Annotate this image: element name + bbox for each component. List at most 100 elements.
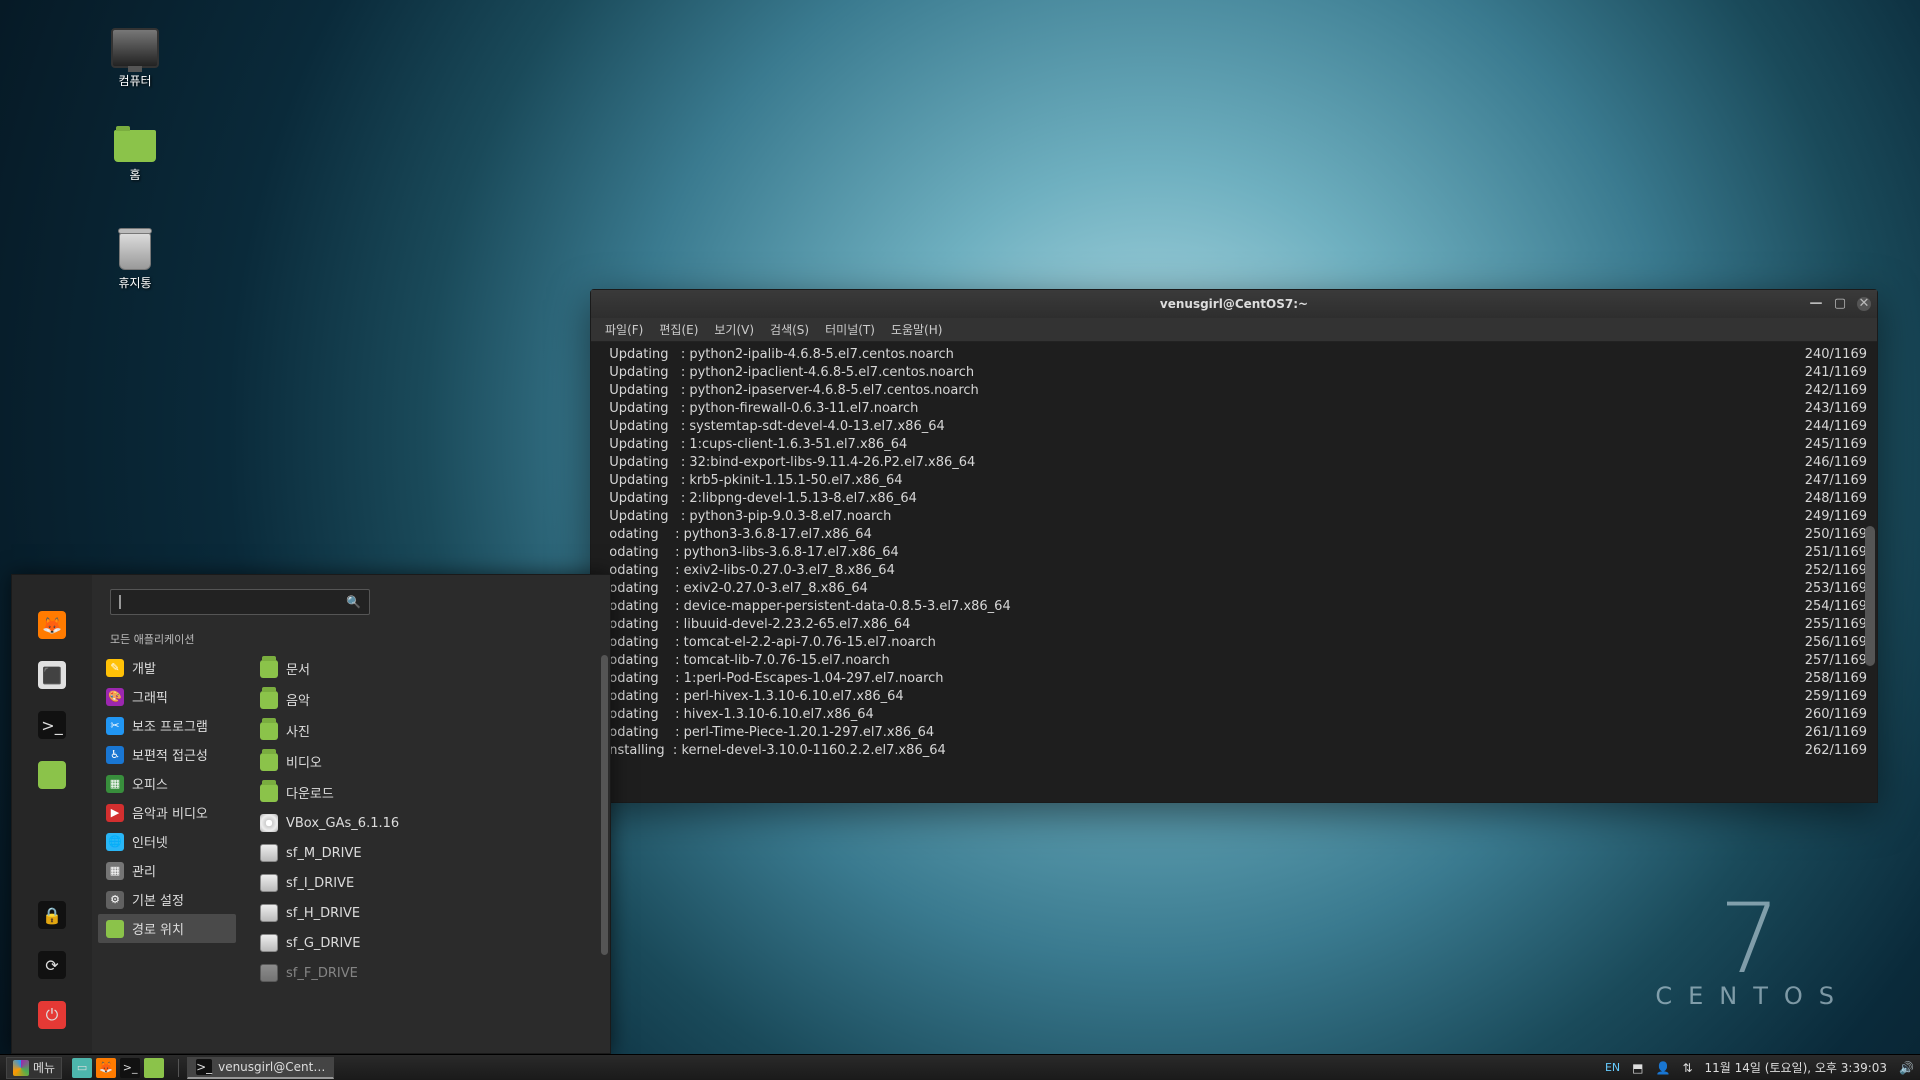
files-icon[interactable]: [38, 761, 66, 789]
category-label: 기본 설정: [132, 890, 184, 909]
terminal-menu-item[interactable]: 편집(E): [659, 321, 698, 338]
terminal-output-line: Updating : python2-ipalib-4.6.8-5.el7.ce…: [601, 346, 1867, 364]
terminal-output-line: odating : perl-hivex-1.3.10-6.10.el7.x86…: [601, 688, 1867, 706]
close-button[interactable]: ✕: [1857, 297, 1871, 311]
place-item[interactable]: sf_H_DRIVE: [252, 898, 600, 928]
desktop-icon-home[interactable]: 홈: [90, 130, 180, 183]
update-tray-icon[interactable]: ⬒: [1632, 1061, 1643, 1075]
terminal-output-line: Updating : systemtap-sdt-devel-4.0-13.el…: [601, 418, 1867, 436]
category-item[interactable]: 🌐인터넷: [98, 827, 236, 856]
clock[interactable]: 11월 14일 (토요일), 오후 3:39:03: [1705, 1059, 1888, 1076]
category-label: 음악과 비디오: [132, 803, 208, 822]
category-label: 그래픽: [132, 687, 168, 706]
power-icon[interactable]: ⏻: [38, 1001, 66, 1029]
menu-icon: [13, 1060, 29, 1076]
terminal-icon[interactable]: >_: [38, 711, 66, 739]
network-tray-icon[interactable]: ⇅: [1682, 1061, 1692, 1075]
terminal-output-line: odating : device-mapper-persistent-data-…: [601, 598, 1867, 616]
taskbar-item-icon: >_: [196, 1059, 212, 1075]
logout-icon[interactable]: ⟳: [38, 951, 66, 979]
place-item[interactable]: sf_F_DRIVE: [252, 958, 600, 988]
category-icon: [106, 920, 124, 938]
scrollbar-thumb[interactable]: [601, 655, 608, 955]
files-launcher-icon[interactable]: [144, 1058, 164, 1078]
category-item[interactable]: ✂보조 프로그램: [98, 711, 236, 740]
category-item[interactable]: ✎개발: [98, 653, 236, 682]
bottom-panel: 메뉴 ▭🦊>_ >_venusgirl@Cent… EN ⬒ 👤 ⇅ 11월 1…: [0, 1054, 1920, 1080]
category-item[interactable]: ▦관리: [98, 856, 236, 885]
category-item[interactable]: 경로 위치: [98, 914, 236, 943]
system-tray: EN ⬒ 👤 ⇅ 11월 14일 (토요일), 오후 3:39:03 🔊: [1605, 1059, 1914, 1076]
taskbar-item[interactable]: >_venusgirl@Cent…: [187, 1057, 334, 1079]
terminal-output-line: odating : tomcat-el-2.2-api-7.0.76-15.el…: [601, 634, 1867, 652]
terminal-titlebar[interactable]: venusgirl@CentOS7:~ — ▢ ✕: [591, 290, 1877, 318]
place-label: sf_H_DRIVE: [286, 906, 360, 921]
category-label: 인터넷: [132, 832, 168, 851]
lock-screen-icon[interactable]: 🔒: [38, 901, 66, 929]
category-item[interactable]: ⚙ 기본 설정: [98, 885, 236, 914]
category-label: 관리: [132, 861, 156, 880]
volume-tray-icon[interactable]: 🔊: [1899, 1061, 1914, 1075]
category-label: 경로 위치: [132, 919, 184, 938]
terminal-output-line: odating : 1:perl-Pod-Escapes-1.04-297.el…: [601, 670, 1867, 688]
desktop-icon-computer[interactable]: 컴퓨터: [90, 28, 180, 89]
drive-icon: [260, 934, 278, 952]
firefox-icon[interactable]: 🦊: [38, 611, 66, 639]
place-item[interactable]: 다운로드: [252, 777, 600, 808]
terminal-menu-item[interactable]: 검색(S): [770, 321, 809, 338]
computer-icon: [111, 28, 159, 68]
terminal-output-line: Updating : python2-ipaserver-4.6.8-5.el7…: [601, 382, 1867, 400]
terminal-menu-item[interactable]: 보기(V): [714, 321, 754, 338]
keyboard-indicator[interactable]: EN: [1605, 1061, 1620, 1074]
terminal-output-line: odating : python3-libs-3.6.8-17.el7.x86_…: [601, 544, 1867, 562]
drive-icon: [260, 904, 278, 922]
place-item[interactable]: 문서: [252, 653, 600, 684]
terminal-menu-item[interactable]: 파일(F): [605, 321, 643, 338]
place-item[interactable]: sf_M_DRIVE: [252, 838, 600, 868]
system-software-icon[interactable]: ⬛: [38, 661, 66, 689]
place-label: sf_M_DRIVE: [286, 846, 362, 861]
search-input[interactable]: 🔍: [110, 589, 370, 615]
menu-button[interactable]: 메뉴: [6, 1057, 62, 1079]
drive-icon: [260, 844, 278, 862]
category-item[interactable]: ▦오피스: [98, 769, 236, 798]
folder-icon: [260, 722, 278, 740]
minimize-button[interactable]: —: [1809, 297, 1823, 311]
category-icon: ▦: [106, 775, 124, 793]
category-item[interactable]: ♿보편적 접근성: [98, 740, 236, 769]
maximize-button[interactable]: ▢: [1833, 297, 1847, 311]
category-item[interactable]: ▶음악과 비디오: [98, 798, 236, 827]
place-item[interactable]: VBox_GAs_6.1.16: [252, 808, 600, 838]
terminal-launcher-icon[interactable]: >_: [120, 1058, 140, 1078]
place-item[interactable]: 음악: [252, 684, 600, 715]
terminal-menu-item[interactable]: 도움말(H): [891, 321, 943, 338]
terminal-output-line: Updating : python3-pip-9.0.3-8.el7.noarc…: [601, 508, 1867, 526]
places-column: 문서음악사진비디오다운로드VBox_GAs_6.1.16 sf_M_DRIVEsf…: [242, 651, 610, 1053]
search-icon: 🔍: [346, 595, 361, 609]
place-item[interactable]: sf_I_DRIVE: [252, 868, 600, 898]
category-item[interactable]: 🎨 그래픽: [98, 682, 236, 711]
terminal-menu-item[interactable]: 터미널(T): [825, 321, 875, 338]
place-label: 음악: [286, 690, 310, 709]
firefox-launcher-icon[interactable]: 🦊: [96, 1058, 116, 1078]
scrollbar-thumb[interactable]: [1865, 526, 1875, 666]
terminal-window[interactable]: venusgirl@CentOS7:~ — ▢ ✕ 파일(F) 편집(E) 보기(V…: [590, 289, 1878, 803]
branding-version: 7: [1655, 896, 1850, 982]
show-desktop-icon[interactable]: ▭: [72, 1058, 92, 1078]
place-item[interactable]: 비디오: [252, 746, 600, 777]
category-icon: 🎨: [106, 688, 124, 706]
drive-icon: [260, 874, 278, 892]
terminal-output-line: Updating : 32:bind-export-libs-9.11.4-26…: [601, 454, 1867, 472]
terminal-output-line: odating : exiv2-0.27.0-3.el7_8.x86_64253…: [601, 580, 1867, 598]
place-item[interactable]: sf_G_DRIVE: [252, 928, 600, 958]
terminal-body[interactable]: Updating : python2-ipalib-4.6.8-5.el7.ce…: [591, 342, 1877, 802]
desktop-icon-trash[interactable]: 휴지통: [90, 232, 180, 291]
categories-column: ✎개발🎨그래픽✂보조 프로그램♿보편적 접근성▦오피스▶음악과 비디오🌐인터넷▦…: [92, 651, 242, 1053]
user-tray-icon[interactable]: 👤: [1656, 1061, 1671, 1075]
category-icon: ⚙: [106, 891, 124, 909]
place-item[interactable]: 사진: [252, 715, 600, 746]
terminal-output-line: odating : hivex-1.3.10-6.10.el7.x86_6426…: [601, 706, 1867, 724]
desktop-icon-label: 홈: [90, 166, 180, 183]
category-icon: ✂: [106, 717, 124, 735]
category-icon: ✎: [106, 659, 124, 677]
